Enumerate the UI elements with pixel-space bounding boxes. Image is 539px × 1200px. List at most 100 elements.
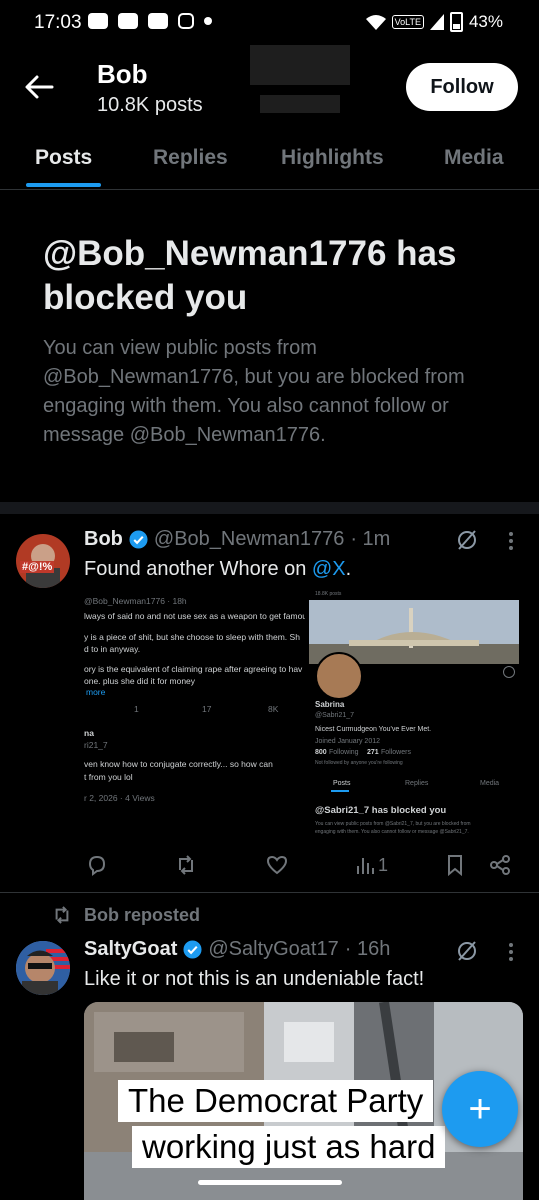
status-right: VoLTE 43% xyxy=(365,12,503,32)
ss-left-more: more xyxy=(86,687,106,697)
ss-right-top-label: 18.8K posts xyxy=(315,591,342,597)
tab-media[interactable]: Media xyxy=(444,146,504,170)
ss-right-handle: @Sabri21_7 xyxy=(315,712,355,719)
avatar-saltygoat-image xyxy=(16,941,70,995)
ss-right-following-count: 800 xyxy=(315,749,327,756)
plus-icon: + xyxy=(468,1086,492,1131)
views-icon[interactable] xyxy=(354,854,376,876)
verified-badge-icon xyxy=(129,530,148,549)
grok-icon[interactable] xyxy=(456,940,478,962)
follow-button[interactable]: Follow xyxy=(406,63,518,111)
tabs-divider xyxy=(0,189,539,190)
post1-text: Found another Whore on @X. xyxy=(84,558,351,581)
notification-icons xyxy=(88,13,212,29)
more-options-icon[interactable] xyxy=(508,942,514,962)
ss-right-profile: 18.8K posts Sabrina @Sabri21_7 Nicest Cu… xyxy=(305,590,523,844)
ss-right-avatar xyxy=(315,652,363,700)
tab-replies[interactable]: Replies xyxy=(153,146,228,170)
video-caption-line-2: working just as hard xyxy=(132,1126,446,1168)
ss-left-reply-meta: r 2, 2026 · 4 Views xyxy=(84,793,155,803)
ss-left-line-3: d to in anyway. xyxy=(84,644,141,654)
ss-right-tab-media: Media xyxy=(480,780,500,787)
like-icon[interactable] xyxy=(266,854,288,876)
ss-left-reply-name: na xyxy=(84,728,94,738)
avatar-bob[interactable]: #@!% xyxy=(16,534,70,588)
home-indicator[interactable] xyxy=(198,1180,342,1185)
tab-posts[interactable]: Posts xyxy=(35,146,92,170)
share-icon[interactable] xyxy=(489,854,511,876)
reposted-icon xyxy=(55,906,69,924)
ss-right-blocked-text-2: engaging with them. You also cannot foll… xyxy=(315,829,469,835)
reposted-label[interactable]: Bob reposted xyxy=(84,905,200,926)
ss-left-reply-line-2: t from you lol xyxy=(84,772,133,782)
avatar-text: #@!% xyxy=(20,561,55,573)
ss-right-followers-count: 271 xyxy=(367,749,379,756)
ss-right-joined: Joined January 2012 xyxy=(315,738,380,745)
bookmark-icon[interactable] xyxy=(444,854,466,876)
ss-right-tab-posts: Posts xyxy=(333,780,351,787)
ss-left-like-count: 17 xyxy=(202,704,212,714)
banner-watermark xyxy=(250,45,350,113)
youtube-icon xyxy=(148,13,168,29)
ss-right-tab-indicator xyxy=(331,790,349,792)
ss-left-reply-handle: ri21_7 xyxy=(84,740,108,750)
compose-post-button[interactable]: + xyxy=(442,1071,518,1147)
ss-right-blocked-title: @Sabri21_7 has blocked you xyxy=(315,805,447,816)
back-arrow-icon[interactable] xyxy=(22,70,56,104)
repost-author-name[interactable]: SaltyGoat xyxy=(84,938,177,961)
ss-right-followers-label: Followers xyxy=(381,749,411,756)
discord-icon xyxy=(88,13,108,29)
post1-author-name[interactable]: Bob xyxy=(84,528,123,551)
battery-percent: 43% xyxy=(468,12,503,31)
more-options-icon[interactable] xyxy=(508,531,514,551)
post1-text-suffix: . xyxy=(345,558,352,580)
ss-left-reply-line-1: ven know how to conjugate correctly... s… xyxy=(84,759,273,769)
avatar-saltygoat[interactable] xyxy=(16,941,70,995)
repost-handle[interactable]: @SaltyGoat17 xyxy=(208,938,338,961)
blocked-description: You can view public posts from @Bob_Newm… xyxy=(43,337,465,446)
network-label: VoLTE xyxy=(391,15,424,29)
ss-left-line-4: ory is the equivalent of claiming rape a… xyxy=(84,664,303,674)
post1-handle[interactable]: @Bob_Newman1776 xyxy=(154,528,344,551)
blocked-title: @Bob_Newman1776 has blocked you xyxy=(43,234,457,317)
post1-media-image[interactable]: @Bob_Newman1776 · 18h lways of said no a… xyxy=(84,590,523,844)
ss-left-line-1: lways of said no and not use sex as a we… xyxy=(84,611,308,621)
views-count: 1 xyxy=(378,855,389,875)
video-caption-line-1: The Democrat Party xyxy=(118,1080,434,1122)
ss-left-line-2: y is a piece of shit, but she choose to … xyxy=(84,632,300,642)
ss-left-handle: @Bob_Newman1776 · 18h xyxy=(84,596,187,606)
repost-text: Like it or not this is an undeniable fac… xyxy=(84,968,425,990)
ss-right-blocked-text-1: You can view public posts from @Sabri21_… xyxy=(315,821,471,827)
signal-icon xyxy=(429,14,444,30)
ss-left-line-5: one. plus she did it for money xyxy=(84,676,196,686)
instagram-icon xyxy=(178,13,194,29)
active-tab-indicator xyxy=(26,183,101,187)
ss-right-name: Sabrina xyxy=(315,700,345,709)
post-divider xyxy=(0,892,539,893)
ss-left-view-count: 8K xyxy=(268,704,279,714)
ss-right-following-label: Following xyxy=(329,749,359,756)
post1-header: Bob @Bob_Newman1776 · 1m xyxy=(84,528,390,551)
profile-name: Bob xyxy=(97,59,148,89)
ss-right-tab-replies: Replies xyxy=(405,780,429,787)
more-notifications-dot xyxy=(204,17,212,25)
ss-right-bio: Nicest Curmudgeon You've Ever Met. xyxy=(315,726,432,733)
status-time: 17:03 xyxy=(34,12,82,33)
repost-time: · 16h xyxy=(344,938,391,960)
grok-icon[interactable] xyxy=(456,529,478,551)
post1-text-prefix: Found another Whore on xyxy=(84,558,312,580)
ss-right-not-followed: Not followed by anyone you're following xyxy=(315,760,403,766)
verified-badge-icon xyxy=(183,940,202,959)
discord-icon-2 xyxy=(118,13,138,29)
post1-mention-link[interactable]: @X xyxy=(312,558,346,580)
wifi-icon xyxy=(365,15,386,30)
battery-icon xyxy=(449,12,463,32)
ss-left-reply-count: 1 xyxy=(134,704,139,714)
posts-count: 10.8K posts xyxy=(97,94,203,116)
tab-highlights[interactable]: Highlights xyxy=(281,146,384,170)
reply-icon[interactable] xyxy=(86,854,108,876)
repost-icon[interactable] xyxy=(175,854,197,876)
repost-header: SaltyGoat @SaltyGoat17 · 16h xyxy=(84,938,390,961)
post1-time: · 1m xyxy=(350,528,391,550)
section-divider xyxy=(0,502,539,514)
